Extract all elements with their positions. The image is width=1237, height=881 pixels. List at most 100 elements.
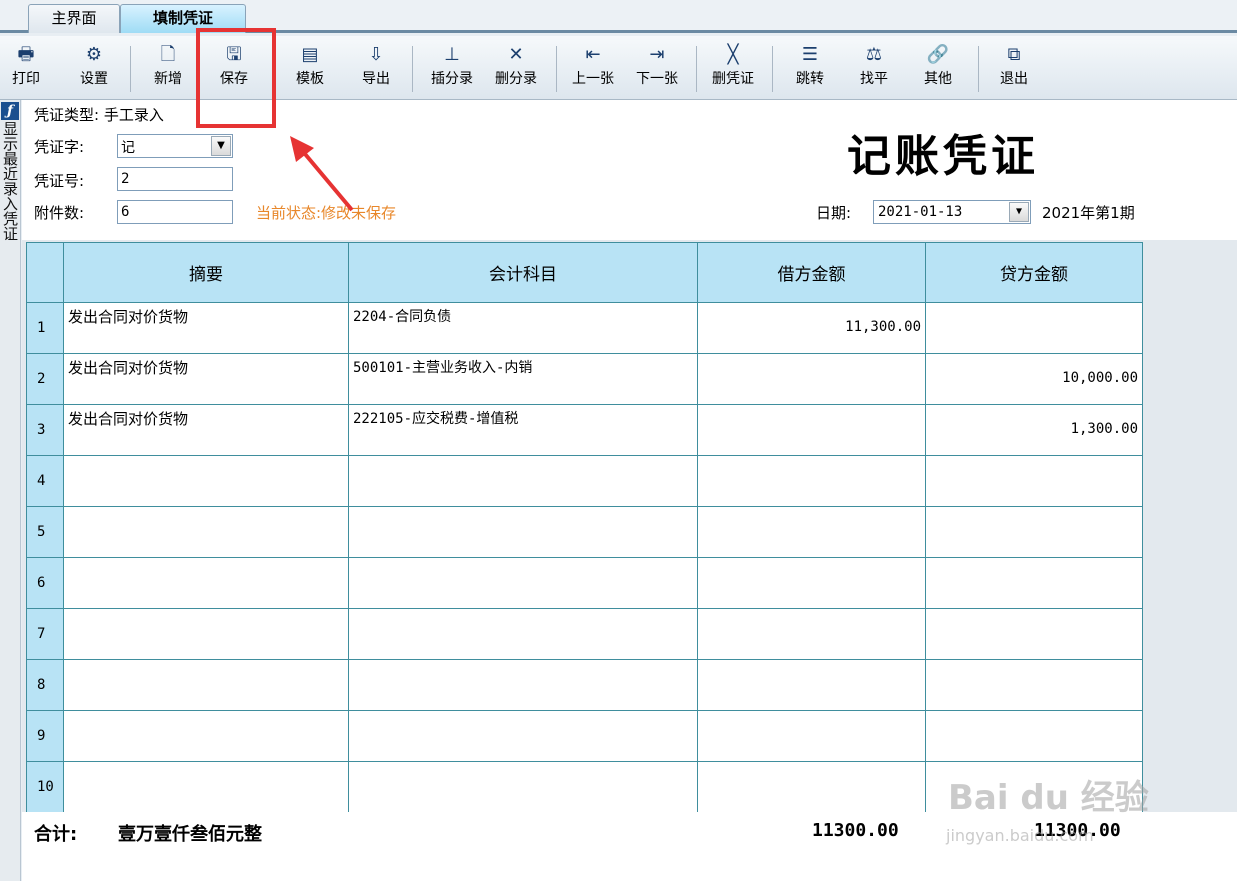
debit-cell[interactable]: [697, 506, 926, 558]
row-number: 7: [26, 608, 64, 660]
link-icon: 🔗: [926, 44, 950, 65]
account-cell[interactable]: [348, 659, 698, 711]
debit-cell[interactable]: [697, 710, 926, 762]
jump-button[interactable]: ☰ 跳转: [788, 42, 832, 96]
entry-table: 摘要 会计科目 借方金额 贷方金额 1 发出合同对价货物 2204-合同负债 11,3…: [26, 242, 1143, 813]
account-cell[interactable]: [348, 608, 698, 660]
toolbar: 🖶 打印 ⚙ 设置 🗋 新增 🖫 保存 ▤ 模板 ⇩ 导出 ⊥ 插分录 ✕ 删分…: [0, 36, 1237, 100]
toolbar-separator: [130, 46, 131, 92]
table-row[interactable]: 3 发出合同对价货物 222105-应交税费-增值税 1,300.00: [26, 404, 1143, 456]
delete-entry-button[interactable]: ✕ 删分录: [486, 42, 546, 96]
sidebar-label: 显示最近录入凭证: [2, 120, 18, 243]
row-number: 10: [26, 761, 64, 813]
credit-cell[interactable]: 10,000.00: [925, 353, 1143, 405]
debit-cell[interactable]: [697, 455, 926, 507]
table-row[interactable]: 5: [26, 506, 1143, 558]
account-cell[interactable]: [348, 506, 698, 558]
totals-row: 合计: 壹万壹仟叁佰元整 11300.00 11300.00: [22, 812, 1237, 881]
credit-cell[interactable]: [925, 302, 1143, 354]
summary-cell[interactable]: [63, 557, 349, 609]
summary-cell[interactable]: [63, 608, 349, 660]
credit-cell[interactable]: [925, 455, 1143, 507]
table-row[interactable]: 1 发出合同对价货物 2204-合同负债 11,300.00: [26, 302, 1143, 354]
voucher-type-label: 凭证类型:: [34, 106, 100, 124]
date-label: 日期:: [816, 204, 852, 222]
exit-icon: ⧉: [1007, 44, 1021, 65]
settings-button[interactable]: ⚙ 设置: [72, 42, 116, 96]
table-row[interactable]: 4: [26, 455, 1143, 507]
next-voucher-button[interactable]: ⇥ 下一张: [628, 42, 686, 96]
watermark-url: jingyan.baidu.com: [946, 826, 1094, 845]
export-icon: ⇩: [368, 44, 384, 65]
account-cell[interactable]: [348, 557, 698, 609]
account-cell[interactable]: 222105-应交税费-增值税: [348, 404, 698, 456]
summary-cell[interactable]: 发出合同对价货物: [63, 353, 349, 405]
chevron-down-icon[interactable]: ▼: [211, 136, 231, 156]
tab-main[interactable]: 主界面: [28, 4, 120, 33]
date-picker[interactable]: 2021-01-13 ▼: [873, 200, 1031, 224]
attachments-field[interactable]: 6: [117, 200, 233, 224]
exit-button[interactable]: ⧉ 退出: [992, 42, 1036, 96]
debit-cell[interactable]: [697, 557, 926, 609]
credit-cell[interactable]: 1,300.00: [925, 404, 1143, 456]
recent-vouchers-sidebar[interactable]: ƒ 显示最近录入凭证: [0, 100, 21, 881]
printer-icon: 🖶: [17, 44, 35, 65]
debit-cell[interactable]: [697, 659, 926, 711]
add-button[interactable]: 🗋 新增: [146, 42, 190, 96]
debit-cell[interactable]: [697, 761, 926, 813]
summary-cell[interactable]: [63, 455, 349, 507]
total-debit: 11300.00: [812, 820, 899, 841]
account-cell[interactable]: 2204-合同负债: [348, 302, 698, 354]
other-button[interactable]: 🔗 其他: [916, 42, 960, 96]
account-cell[interactable]: [348, 455, 698, 507]
table-row[interactable]: 8: [26, 659, 1143, 711]
table-row[interactable]: 2 发出合同对价货物 500101-主营业务收入-内销 10,000.00: [26, 353, 1143, 405]
insert-entry-button[interactable]: ⊥ 插分录: [422, 42, 482, 96]
voucher-type-value: 手工录入: [103, 106, 164, 124]
voucher-no-label: 凭证号:: [34, 172, 85, 190]
delete-row-icon: ✕: [508, 44, 524, 65]
toolbar-separator: [556, 46, 557, 92]
template-icon: ▤: [301, 44, 319, 65]
export-button[interactable]: ⇩ 导出: [354, 42, 398, 96]
debit-cell[interactable]: [697, 608, 926, 660]
table-body: 1 发出合同对价货物 2204-合同负债 11,300.00 2 发出合同对价货物 5001…: [26, 302, 1143, 813]
delete-voucher-button[interactable]: ╳ 删凭证: [704, 42, 762, 96]
account-cell[interactable]: [348, 710, 698, 762]
voucher-word-label: 凭证字:: [34, 138, 85, 156]
summary-cell[interactable]: 发出合同对价货物: [63, 302, 349, 354]
debit-cell[interactable]: [697, 404, 926, 456]
table-header: 摘要 会计科目 借方金额 贷方金额: [26, 242, 1143, 303]
credit-cell[interactable]: [925, 659, 1143, 711]
summary-cell[interactable]: [63, 506, 349, 558]
prev-icon: ⇤: [585, 44, 601, 65]
table-row[interactable]: 9: [26, 710, 1143, 762]
print-button[interactable]: 🖶 打印: [4, 42, 48, 96]
tab-strip: 主界面 填制凭证: [0, 0, 1237, 33]
credit-cell[interactable]: [925, 608, 1143, 660]
template-button[interactable]: ▤ 模板: [288, 42, 332, 96]
summary-cell[interactable]: [63, 710, 349, 762]
balance-button[interactable]: ⚖ 找平: [852, 42, 896, 96]
page-title: 记账凭证: [847, 131, 1039, 182]
prev-voucher-button[interactable]: ⇤ 上一张: [564, 42, 622, 96]
period-label: 2021年第1期: [1042, 204, 1135, 222]
table-row[interactable]: 7: [26, 608, 1143, 660]
save-highlight-box: [196, 28, 276, 128]
debit-column-header: 借方金额: [697, 242, 926, 303]
debit-cell[interactable]: 11,300.00: [697, 302, 926, 354]
summary-cell[interactable]: [63, 761, 349, 813]
table-row[interactable]: 6: [26, 557, 1143, 609]
account-cell[interactable]: 500101-主营业务收入-内销: [348, 353, 698, 405]
voucher-no-field[interactable]: 2: [117, 167, 233, 191]
credit-cell[interactable]: [925, 710, 1143, 762]
voucher-word-select[interactable]: 记 ▼: [117, 134, 233, 158]
summary-cell[interactable]: 发出合同对价货物: [63, 404, 349, 456]
summary-cell[interactable]: [63, 659, 349, 711]
credit-cell[interactable]: [925, 506, 1143, 558]
chevron-down-icon[interactable]: ▼: [1009, 202, 1029, 222]
account-cell[interactable]: [348, 761, 698, 813]
credit-cell[interactable]: [925, 557, 1143, 609]
debit-cell[interactable]: [697, 353, 926, 405]
credit-column-header: 贷方金额: [925, 242, 1143, 303]
